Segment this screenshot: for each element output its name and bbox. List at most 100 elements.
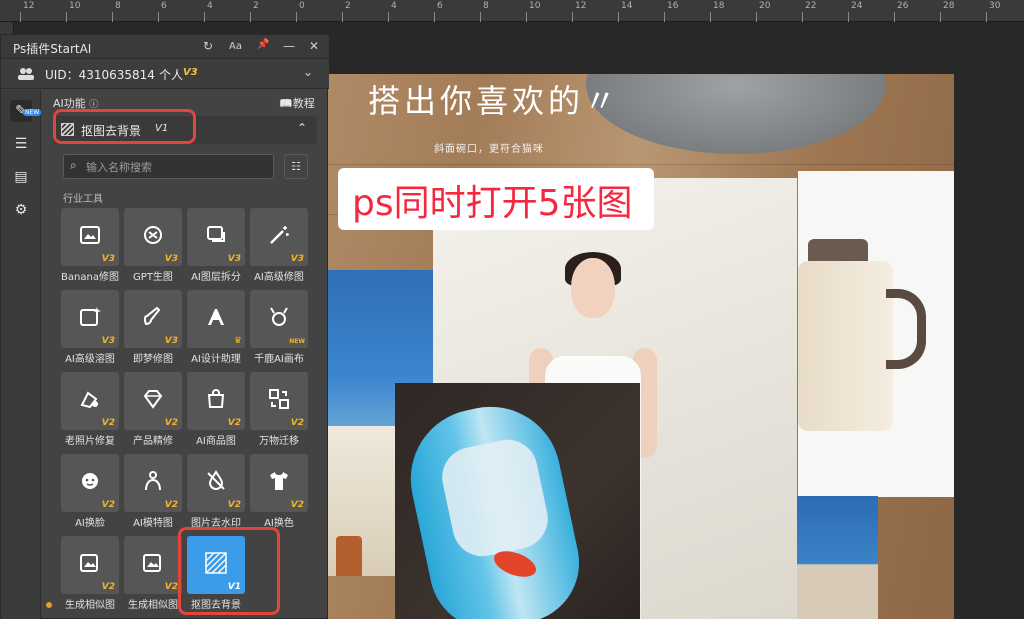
tool-label: AI换脸 [75,518,105,529]
tool-card[interactable]: V3 GPT生图 [124,208,182,290]
search-icon: ⌕ [70,158,77,172]
tool-card[interactable]: V2 AI模特图 [124,454,182,536]
status-dot [46,602,52,608]
refresh-icon[interactable]: ↻ [203,39,213,53]
minimize-icon[interactable]: — [283,39,295,53]
document-canvas[interactable]: 搭出你喜欢的〃 斜面碗口，更符合猫咪 [326,74,954,619]
tool-icon-box[interactable]: V2 [61,372,119,430]
tool-card[interactable]: V1 抠图去背景 [187,536,245,618]
ruler-label: 12 [575,1,587,11]
tool-icon-box[interactable]: V2 [61,536,119,594]
tool-icon-box[interactable]: V3 [61,290,119,348]
tool-icon-box[interactable]: V1 [187,536,245,594]
ruler-label: 8 [483,1,489,11]
version-badge: V3 [227,254,241,264]
ruler-tick [204,12,205,22]
ruler-label: 14 [621,1,633,11]
tool-icon-box[interactable]: V2 [124,372,182,430]
tool-card[interactable]: V2 产品精修 [124,372,182,454]
ruler-tick [388,12,389,22]
tool-icon-box[interactable]: V2 [187,454,245,512]
ruler-tick [664,12,665,22]
tool-card[interactable]: V2 生成相似图 [61,536,119,618]
tool-icon-box[interactable]: NEW [250,290,308,348]
ruler-label: 12 [23,1,35,11]
tool-card[interactable]: ♛ AI设计助理 [187,290,245,372]
tool-icon-box[interactable]: V3 [187,208,245,266]
ruler-tick [526,12,527,22]
version-badge: V2 [164,582,178,592]
ruler-tick [434,12,435,22]
diamond-icon [143,390,163,409]
chevron-up-icon[interactable]: ⌃ [297,121,307,135]
wood-grain [326,164,954,165]
tool-selector[interactable]: 抠图去背景 V1 ⌃ [53,116,317,144]
ruler-label: 2 [345,1,351,11]
ruler-label: 16 [667,1,679,11]
new-badge: NEW [23,109,42,116]
list-view-icon[interactable]: ☷ [284,154,308,179]
photo-baby-bottle[interactable] [798,171,954,497]
ruler-label: 30 [989,1,1001,11]
tool-label: AI高级修图 [254,272,304,283]
tool-label: AI商品图 [196,436,236,447]
tutorial-link[interactable]: 📖教程 [279,95,315,111]
version-badge: V3 [101,336,115,346]
ruler-tick [20,12,21,22]
new-tag: NEW [289,338,305,345]
layers-icon[interactable]: ☰ [10,133,32,155]
photo-seaside-2[interactable] [796,496,878,619]
tool-card[interactable]: V2 生成相似图 [124,536,182,618]
tool-icon-box[interactable]: V2 [187,372,245,430]
tool-card[interactable]: V3 AI高级溶图 [61,290,119,372]
tool-icon-box[interactable]: ♛ [187,290,245,348]
tool-search[interactable]: ⌕ [63,154,274,179]
tool-icon-box[interactable]: V2 [250,454,308,512]
gear-icon[interactable]: ⚙ [10,199,32,221]
tool-card[interactable]: V2 图片去水印 [187,454,245,536]
tool-card[interactable]: NEW 千鹿AI画布 [250,290,308,372]
bottle-body [798,261,893,431]
tool-icon-box[interactable]: V3 [61,208,119,266]
tool-card[interactable]: V3 即梦修图 [124,290,182,372]
tool-label: AI换色 [264,518,294,529]
tool-icon-box[interactable]: V2 [124,454,182,512]
tool-card[interactable]: V2 AI换色 [250,454,308,536]
tool-icon-box[interactable]: V3 [124,290,182,348]
info-icon[interactable]: ⓘ [89,100,98,110]
tool-label: 产品精修 [133,436,173,447]
ruler-tick [296,12,297,22]
tool-card[interactable]: V2 万物迁移 [250,372,308,454]
version-badge: V2 [227,500,241,510]
font-size-icon[interactable]: Aa [229,41,242,52]
account-row[interactable]: UID：4310635814 个人 V3 ⌄ [1,59,329,89]
panel-header: Ps插件StartAI ↻ Aa 📌 — ✕ [1,35,329,59]
chevron-down-icon[interactable]: ⌄ [303,65,313,79]
tool-icon-box[interactable]: V3 [124,208,182,266]
top-ruler: 12 10 8 6 4 2 0 2 4 6 8 10 12 14 16 18 20 22 24 26 28 30 [0,0,1024,22]
tool-card[interactable]: V3 AI图层拆分 [187,208,245,290]
tool-icon-box[interactable]: V2 [250,372,308,430]
image-sparkle-icon [80,307,101,326]
ruler-tick [342,12,343,22]
tool-card[interactable]: V2 老照片修复 [61,372,119,454]
tool-icon-box[interactable]: V2 [124,536,182,594]
cat-bed-image [586,74,886,154]
transfer-icon [269,389,289,409]
tool-icon-box[interactable]: V3 [250,208,308,266]
tool-card[interactable]: V2 AI商品图 [187,372,245,454]
pin-icon[interactable]: 📌 [257,39,269,50]
bottle-handle [886,289,926,369]
close-icon[interactable]: ✕ [309,39,319,53]
tool-card[interactable]: V3 Banana修图 [61,208,119,290]
tool-label: 图片去水印 [191,518,241,529]
tool-icon-box[interactable]: V2 [61,454,119,512]
ruler-label: 4 [391,1,397,11]
tool-card[interactable]: V3 AI高级修图 [250,208,308,290]
clipboard-icon[interactable]: ▤ [10,166,32,188]
tool-card[interactable]: V2 AI换脸 [61,454,119,536]
photo-mouse[interactable] [395,383,640,619]
plant-pot [336,536,362,576]
uid-text: UID：4310635814 [45,68,155,82]
search-input[interactable] [86,158,266,176]
